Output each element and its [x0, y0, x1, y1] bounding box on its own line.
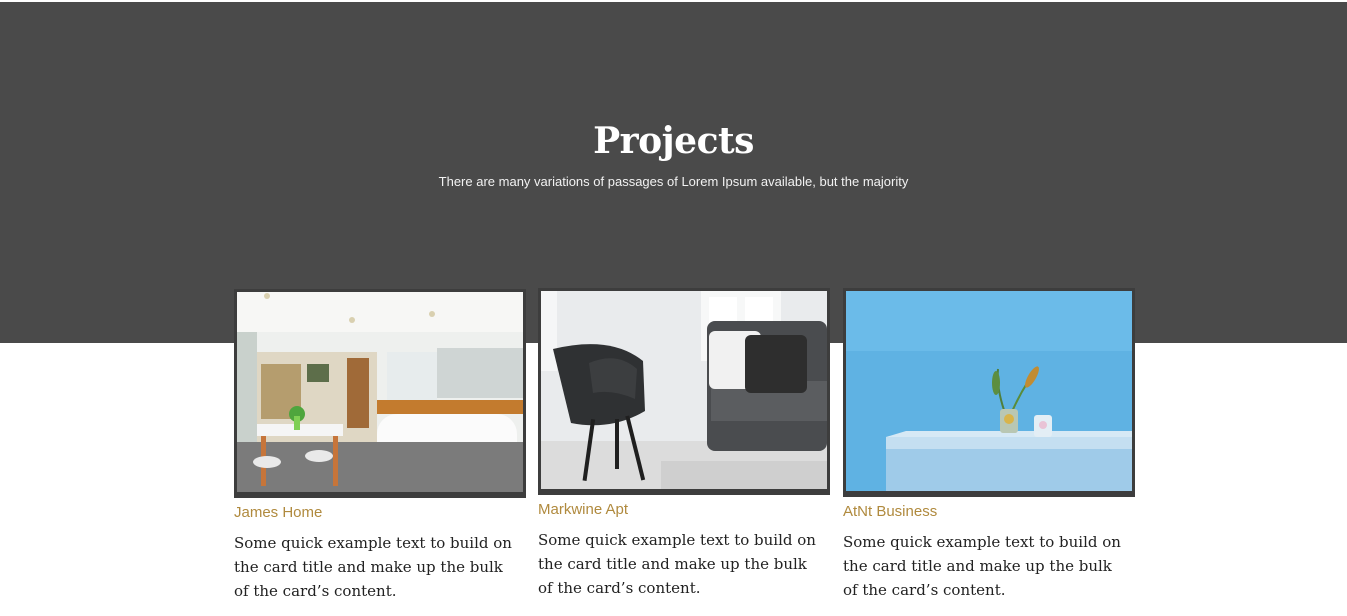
- card-image-frame: [843, 288, 1135, 497]
- living-room-chair-photo: [541, 291, 827, 489]
- card-image-frame: [538, 288, 830, 495]
- card-title[interactable]: AtNt Business: [843, 503, 1135, 520]
- page-subtitle: There are many variations of passages of…: [438, 174, 909, 189]
- card-title[interactable]: James Home: [234, 504, 526, 521]
- project-card-james-home[interactable]: James Home Some quick example text to bu…: [234, 289, 526, 603]
- card-text: Some quick example text to build on the …: [538, 531, 816, 597]
- project-card-atnt-business[interactable]: AtNt Business Some quick example text to…: [843, 288, 1135, 602]
- blue-wall-plant-photo: [846, 291, 1132, 491]
- card-image-frame: [234, 289, 526, 498]
- card-title[interactable]: Markwine Apt: [538, 501, 830, 518]
- project-card-markwine-apt[interactable]: Markwine Apt Some quick example text to …: [538, 288, 830, 600]
- card-text: Some quick example text to build on the …: [843, 533, 1121, 599]
- page-title: Projects: [593, 120, 754, 162]
- kitchen-photo: [237, 292, 523, 492]
- card-text: Some quick example text to build on the …: [234, 534, 512, 600]
